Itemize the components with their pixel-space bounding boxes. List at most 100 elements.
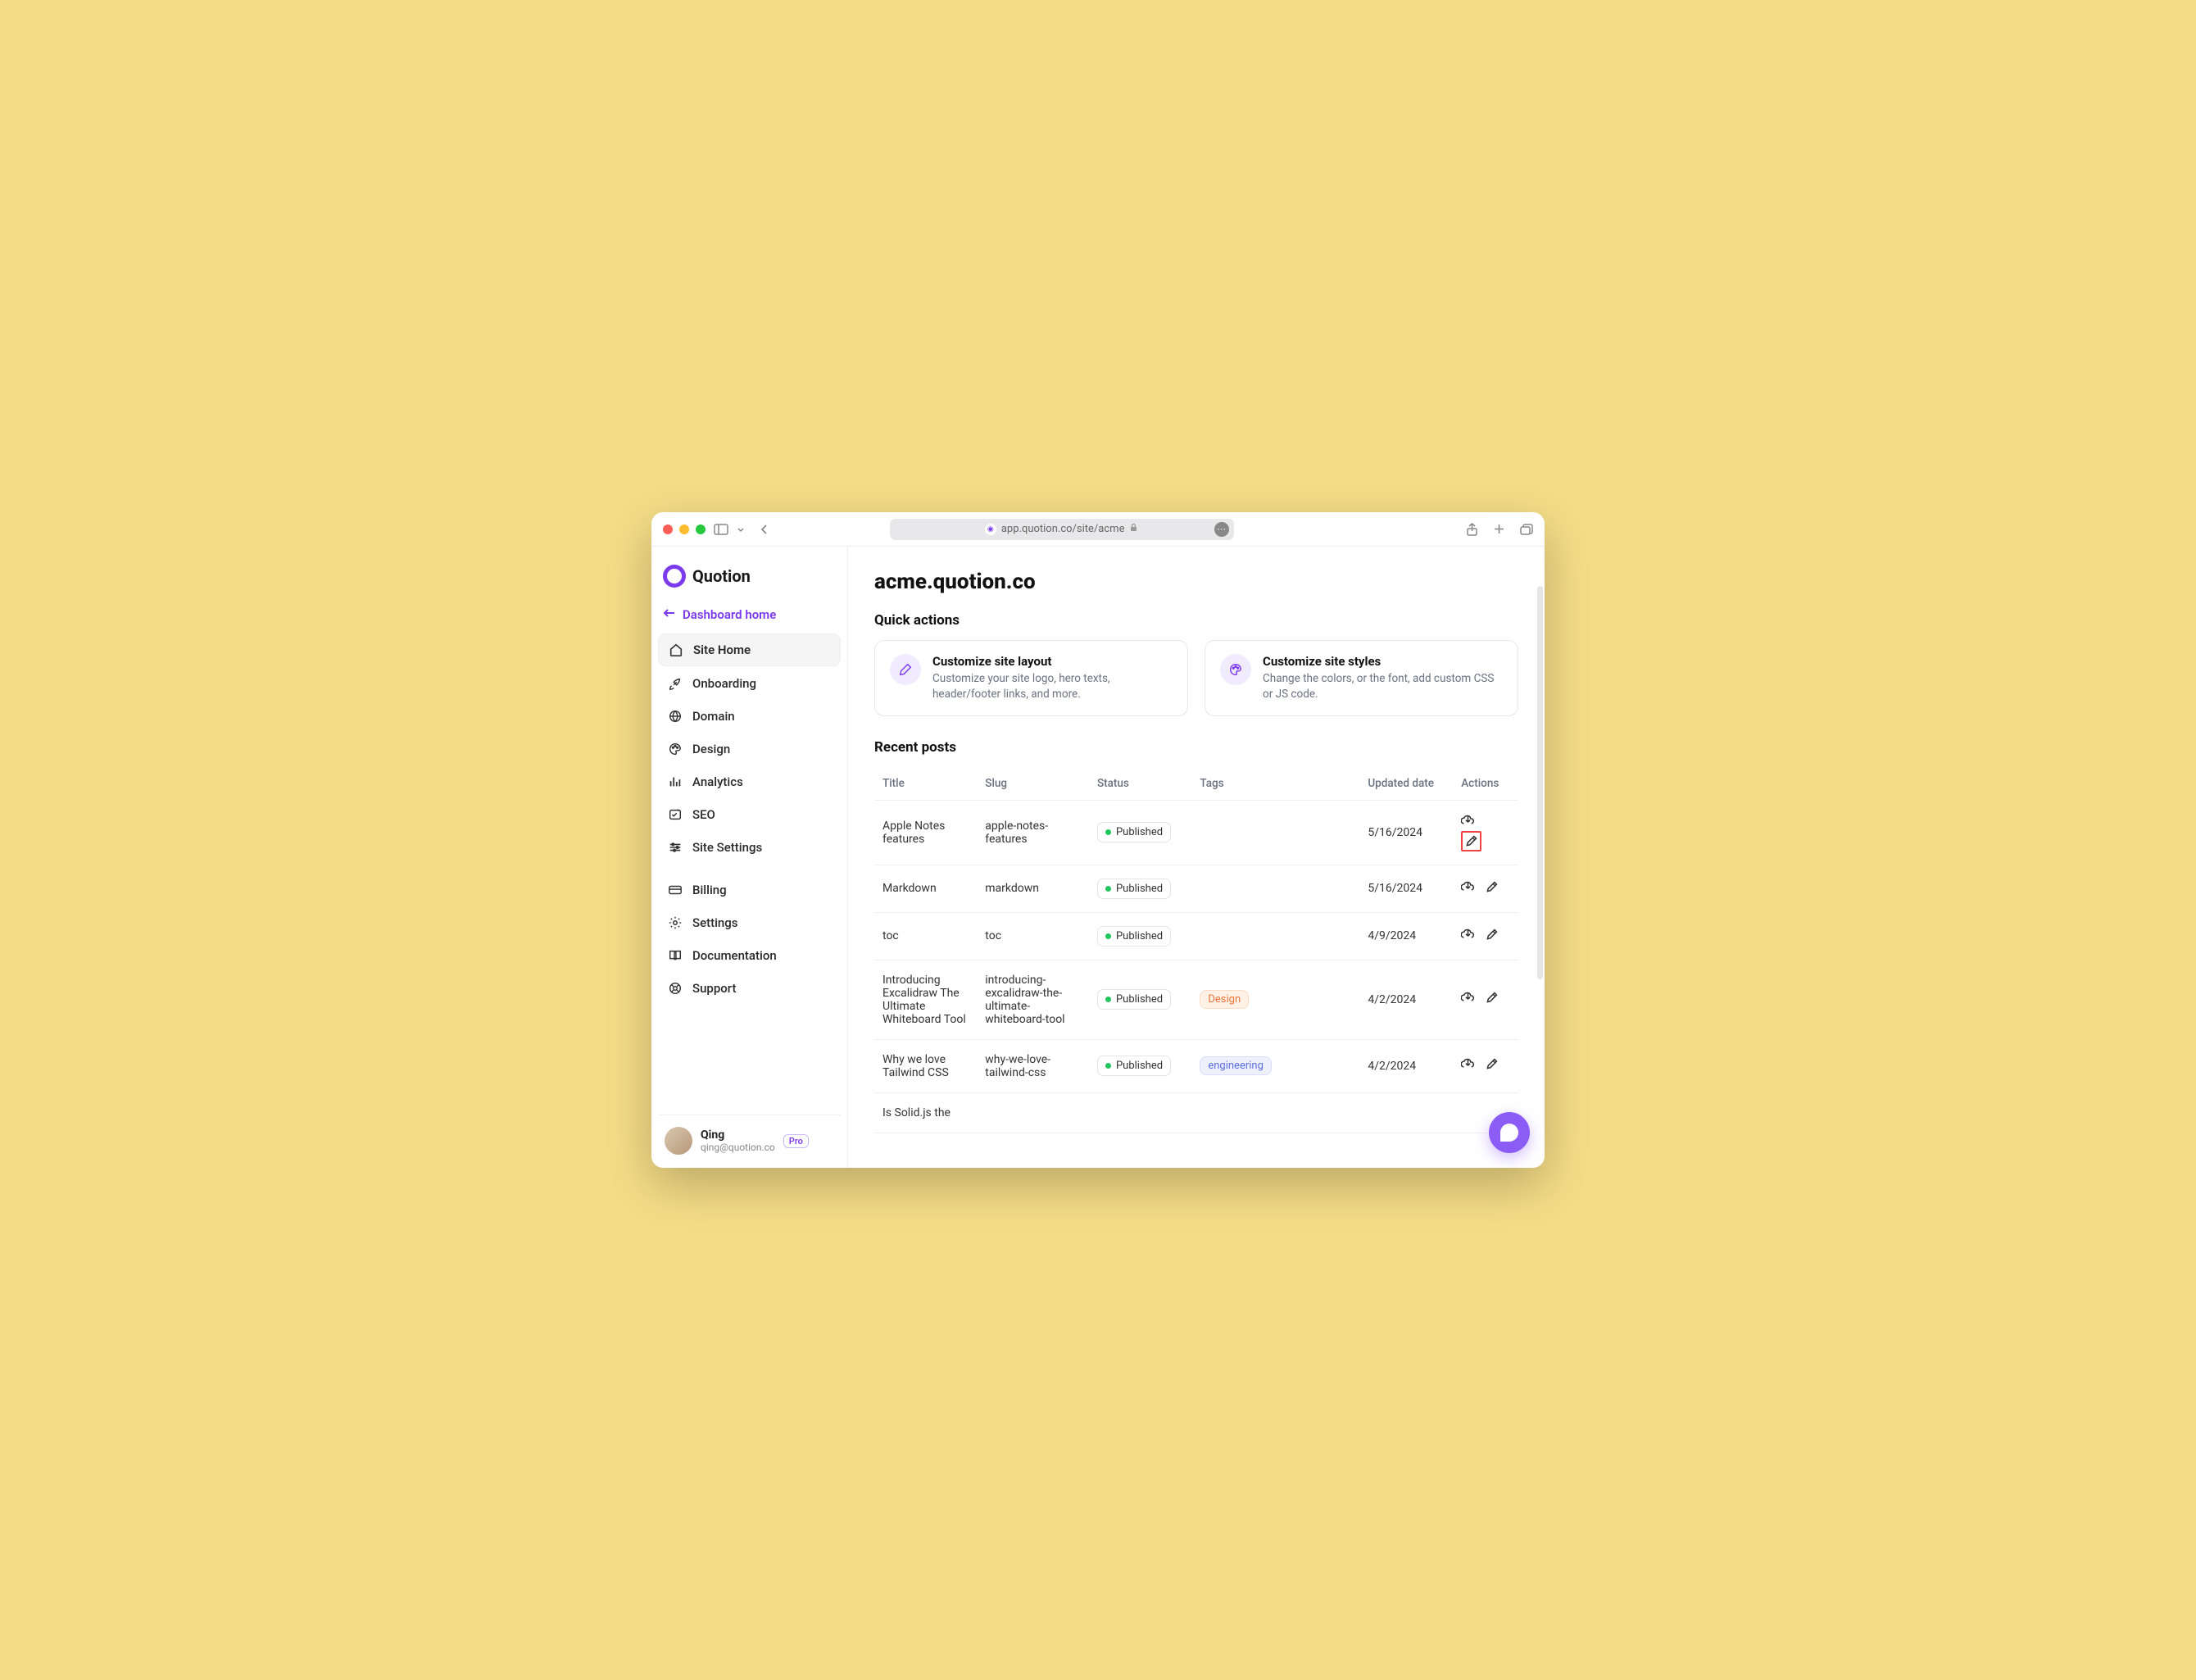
- edit-action[interactable]: [1485, 928, 1499, 942]
- nav-item-design[interactable]: Design: [658, 733, 841, 765]
- minimize-window-button[interactable]: [679, 524, 689, 534]
- recent-posts-heading: Recent posts: [874, 739, 1518, 756]
- browser-window: ◉ app.quotion.co/site/acme ⋯ Quotion: [651, 512, 1545, 1168]
- share-icon[interactable]: [1466, 523, 1478, 536]
- nav-item-billing[interactable]: Billing: [658, 874, 841, 906]
- quick-action-card[interactable]: Customize site layout Customize your sit…: [874, 640, 1188, 716]
- nav-item-site-home[interactable]: Site Home: [658, 633, 841, 666]
- th-actions: Actions: [1453, 767, 1518, 801]
- cell-title: Why we love Tailwind CSS: [874, 1039, 977, 1092]
- nav-secondary: Billing Settings Documentation Support: [658, 874, 841, 1004]
- status-badge: Published: [1097, 822, 1171, 842]
- nav-item-settings[interactable]: Settings: [658, 907, 841, 938]
- table-row: Introducing Excalidraw The Ultimate Whit…: [874, 960, 1518, 1039]
- more-icon[interactable]: ⋯: [1214, 522, 1229, 537]
- quick-actions-heading: Quick actions: [874, 612, 1518, 629]
- download-action[interactable]: [1461, 1057, 1475, 1071]
- dashboard-link-label: Dashboard home: [683, 607, 776, 622]
- new-tab-icon[interactable]: [1493, 523, 1505, 535]
- status-badge: Published: [1097, 879, 1171, 899]
- status-badge: Published: [1097, 989, 1171, 1010]
- book-icon: [668, 948, 683, 963]
- maximize-window-button[interactable]: [696, 524, 706, 534]
- status-badge: Published: [1097, 926, 1171, 947]
- nav-item-seo[interactable]: SEO: [658, 799, 841, 830]
- cell-title: Markdown: [874, 865, 977, 912]
- seo-icon: [668, 807, 683, 822]
- cell-slug: why-we-love-tailwind-css: [977, 1039, 1089, 1092]
- address-bar[interactable]: ◉ app.quotion.co/site/acme ⋯: [890, 519, 1234, 540]
- browser-toolbar: ◉ app.quotion.co/site/acme ⋯: [651, 512, 1545, 547]
- pen-icon: [890, 654, 921, 685]
- quick-action-card[interactable]: Customize site styles Change the colors,…: [1205, 640, 1518, 716]
- card-description: Change the colors, or the font, add cust…: [1263, 671, 1503, 702]
- status-badge: Published: [1097, 1056, 1171, 1076]
- cell-actions: [1453, 960, 1518, 1039]
- table-row: Markdown markdown Published 5/16/2024: [874, 865, 1518, 912]
- plan-badge: Pro: [783, 1134, 809, 1148]
- nav-label: Documentation: [692, 948, 777, 963]
- table-row: Apple Notes features apple-notes-feature…: [874, 800, 1518, 865]
- cell-status: Published: [1089, 912, 1191, 960]
- brand-logo[interactable]: Quotion: [658, 560, 841, 602]
- cell-tags: engineering: [1191, 1039, 1359, 1092]
- dashboard-home-link[interactable]: Dashboard home: [658, 602, 841, 633]
- close-window-button[interactable]: [663, 524, 673, 534]
- cell-tags: [1191, 800, 1359, 865]
- nav-item-support[interactable]: Support: [658, 973, 841, 1004]
- palette-icon: [1220, 654, 1251, 685]
- nav-label: SEO: [692, 807, 715, 822]
- sidebar-toggle-icon[interactable]: [714, 524, 728, 535]
- nav-label: Site Settings: [692, 840, 762, 855]
- back-button[interactable]: [760, 524, 769, 535]
- nav-label: Domain: [692, 709, 735, 724]
- chart-icon: [668, 774, 683, 789]
- edit-action[interactable]: [1485, 880, 1499, 894]
- tabs-icon[interactable]: [1520, 524, 1533, 535]
- cell-updated: 5/16/2024: [1359, 865, 1453, 912]
- tag-pill: engineering: [1200, 1056, 1272, 1075]
- th-tags: Tags: [1191, 767, 1359, 801]
- cell-actions: [1453, 1039, 1518, 1092]
- chat-widget-button[interactable]: [1489, 1112, 1530, 1153]
- download-action[interactable]: [1461, 928, 1475, 942]
- nav-item-documentation[interactable]: Documentation: [658, 940, 841, 971]
- th-title: Title: [874, 767, 977, 801]
- download-action[interactable]: [1461, 880, 1475, 894]
- nav-item-onboarding[interactable]: Onboarding: [658, 668, 841, 699]
- download-action[interactable]: [1461, 991, 1475, 1005]
- nav-label: Settings: [692, 915, 738, 930]
- cell-status: Published: [1089, 865, 1191, 912]
- cell-title: Apple Notes features: [874, 800, 977, 865]
- tag-pill: Design: [1200, 990, 1249, 1009]
- cell-actions: [1453, 800, 1518, 865]
- palette-icon: [668, 742, 683, 756]
- cell-status: Published: [1089, 800, 1191, 865]
- cell-slug: [977, 1092, 1089, 1133]
- scrollbar[interactable]: [1537, 586, 1543, 979]
- chat-icon: [1500, 1124, 1518, 1142]
- globe-icon: [668, 709, 683, 724]
- th-status: Status: [1089, 767, 1191, 801]
- chevron-down-icon[interactable]: [737, 525, 745, 534]
- nav-item-analytics[interactable]: Analytics: [658, 766, 841, 797]
- home-icon: [669, 642, 683, 657]
- cell-slug: introducing-excalidraw-the-ultimate-whit…: [977, 960, 1089, 1039]
- table-row: toc toc Published 4/9/2024: [874, 912, 1518, 960]
- edit-action[interactable]: [1485, 991, 1499, 1005]
- nav-item-domain[interactable]: Domain: [658, 701, 841, 732]
- user-card[interactable]: Qing qing@quotion.co Pro: [658, 1115, 841, 1158]
- edit-action[interactable]: [1461, 831, 1481, 851]
- download-action[interactable]: [1461, 814, 1475, 828]
- window-controls: [663, 524, 706, 534]
- table-row: Is Solid.js the: [874, 1092, 1518, 1133]
- user-name: Qing: [701, 1128, 775, 1142]
- table-row: Why we love Tailwind CSS why-we-love-tai…: [874, 1039, 1518, 1092]
- cell-actions: [1453, 912, 1518, 960]
- edit-action[interactable]: [1485, 1057, 1499, 1071]
- card-description: Customize your site logo, hero texts, he…: [932, 671, 1173, 702]
- url-text: app.quotion.co/site/acme: [1001, 523, 1125, 535]
- nav-item-site-settings[interactable]: Site Settings: [658, 832, 841, 863]
- brand-name: Quotion: [692, 566, 751, 586]
- cell-slug: toc: [977, 912, 1089, 960]
